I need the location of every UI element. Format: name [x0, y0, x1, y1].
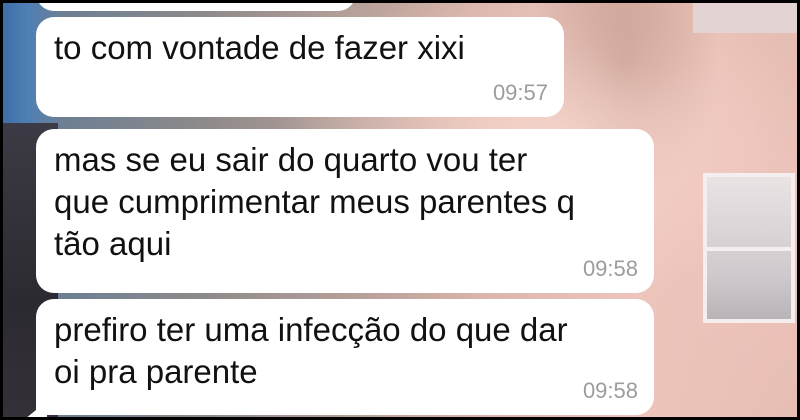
- message-text: prefiro ter uma infecção do que dar oi p…: [54, 311, 568, 390]
- message-text: to com vontade de fazer xixi: [54, 29, 465, 66]
- message-text: mas se eu sair do quarto vou ter que cum…: [54, 141, 575, 262]
- wallpaper-window: [703, 173, 795, 323]
- message-bubble[interactable]: mas se eu sair do quarto vou ter que cum…: [36, 129, 654, 293]
- message-bubble[interactable]: to com vontade de fazer xixi 09:57: [36, 17, 564, 117]
- wallpaper-wall-detail: [693, 3, 797, 33]
- message-bubble[interactable]: prefiro ter uma infecção do que dar oi p…: [36, 299, 654, 415]
- message-timestamp: 09:57: [492, 80, 548, 105]
- message-timestamp: 09:58: [582, 256, 638, 281]
- chat-screen: to com vontade de fazer xixi 09:57 mas s…: [0, 0, 800, 420]
- message-timestamp: 09:58: [582, 378, 638, 403]
- previous-message-bubble[interactable]: [36, 3, 356, 11]
